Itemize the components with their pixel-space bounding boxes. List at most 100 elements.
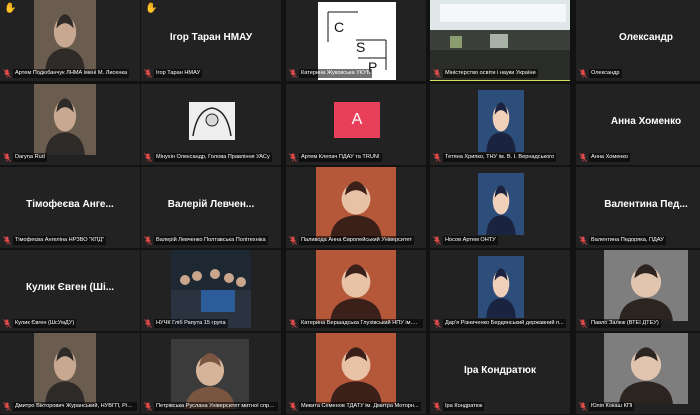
- participant-display-name: Валентина Пед...: [604, 199, 688, 210]
- muted-mic-icon: [433, 68, 441, 78]
- participant-caption: Міністерство освіти і науки України: [433, 68, 567, 78]
- participant-tile[interactable]: Тетяна Хрипко, ТНУ ім. В. І. Вернадськог…: [430, 84, 570, 165]
- participant-caption: Артем Клепач ПДАУ та TRUNI: [289, 152, 423, 162]
- muted-mic-icon: [144, 68, 152, 78]
- participant-caption: НУЧК Гліб Рапута 15 група: [144, 318, 278, 328]
- participant-tile[interactable]: Дмитро Вікторович Журанський, НУВГП, Рів…: [0, 333, 140, 414]
- participant-caption: Ігор Таран НМАУ: [144, 68, 278, 78]
- participant-caption: Катерина Жуковська УКУБ: [289, 68, 423, 78]
- participant-name-label: Кулик Євген (ШсУмДУ): [13, 318, 77, 328]
- participant-name-label: Олександр: [589, 68, 622, 78]
- participant-caption: Петрівська Руслана Університет митної сп…: [144, 401, 278, 411]
- participant-caption: Олександр: [579, 68, 700, 78]
- participant-tile[interactable]: Анна Хоменко Анна Хоменко: [576, 84, 700, 165]
- muted-mic-icon: [144, 152, 152, 162]
- participant-name-label: НУЧК Гліб Рапута 15 група: [154, 318, 228, 328]
- muted-mic-icon: [289, 152, 297, 162]
- raised-hand-icon: ✋: [145, 3, 158, 14]
- participant-name-label: Дар'я Різниченко Бердянський державний п…: [443, 318, 566, 328]
- participant-caption: Анна Хоменко: [579, 152, 700, 162]
- group-photo-video: [171, 250, 251, 328]
- muted-mic-icon: [3, 318, 11, 328]
- participant-tile[interactable]: Петрівська Руслана Університет митної сп…: [141, 333, 281, 414]
- participant-display-name: Ігор Таран НМАУ: [169, 32, 253, 43]
- participant-caption: Іра Кондратюк: [433, 401, 567, 411]
- participant-tile[interactable]: Ігор Таран НМАУ ✋ Ігор Таран НМАУ: [141, 0, 281, 81]
- participant-tile[interactable]: Daryna Rud: [0, 84, 140, 165]
- participant-tile[interactable]: Мінухін Олександр, Голова Правління УАСу: [141, 84, 281, 165]
- participant-tile[interactable]: Міністерство освіти і науки України: [430, 0, 570, 81]
- muted-mic-icon: [3, 152, 11, 162]
- participant-caption: Юлія Кокаш КПІ: [579, 401, 700, 411]
- muted-mic-icon: [579, 235, 587, 245]
- participant-tile[interactable]: Паливода Анна Європейський Університет: [286, 167, 426, 248]
- muted-mic-icon: [289, 318, 297, 328]
- participant-display-name: Тімофеєва Анге...: [26, 199, 114, 210]
- participant-name-label: Daryna Rud: [13, 152, 47, 162]
- muted-mic-icon: [579, 68, 587, 78]
- participant-tile[interactable]: Тімофеєва Анге... Тімофеєва Ангеліна НРЗВ…: [0, 167, 140, 248]
- participant-video: [171, 339, 249, 409]
- svg-text:C: C: [334, 19, 344, 35]
- muted-mic-icon: [579, 152, 587, 162]
- participant-tile[interactable]: ✋ Артем Подюбанчук ЛНМА імені М. Лисенка: [0, 0, 140, 81]
- participant-tile[interactable]: Павло Залюк (ВТЕІ ДТЕУ): [576, 250, 700, 331]
- participant-video: [34, 0, 96, 71]
- participant-video: [316, 167, 396, 238]
- drawing-avatar: [189, 102, 235, 140]
- participant-name-label: Павло Залюк (ВТЕІ ДТЕУ): [589, 318, 661, 328]
- muted-mic-icon: [3, 401, 11, 411]
- muted-mic-icon: [144, 235, 152, 245]
- participant-video: [34, 333, 96, 404]
- participant-name-label: Валерій Левченко Полтавська Політехніка: [154, 235, 268, 245]
- muted-mic-icon: [3, 235, 11, 245]
- participant-tile[interactable]: Валерій Левчен... Валерій Левченко Полтав…: [141, 167, 281, 248]
- participant-name-label: Паливода Анна Європейський Університет: [299, 235, 415, 245]
- participant-display-name: Кулик Євген (Ші...: [25, 282, 115, 293]
- participant-caption: Daryna Rud: [3, 152, 137, 162]
- participant-name-label: Катерина Бершадська Глухівський НПУ ім.О…: [299, 318, 423, 328]
- participant-tile[interactable]: Валентина Пед... Валентина Педоряка, ПДАУ: [576, 167, 700, 248]
- participant-tile[interactable]: C S P Катерина Жуковська УКУБ: [286, 0, 426, 81]
- participant-video: [316, 250, 396, 321]
- participants-grid: ✋ Артем Подюбанчук ЛНМА імені М. Лисенка І…: [0, 0, 700, 415]
- participant-tile[interactable]: Носов Артем ОНТУ: [430, 167, 570, 248]
- participant-video: [478, 173, 524, 235]
- participant-tile[interactable]: Микита Семенов ТДАТУ ім. Дмитра Моторн..…: [286, 333, 426, 414]
- participant-name-label: Микита Семенов ТДАТУ ім. Дмитра Моторн..…: [299, 401, 421, 411]
- participant-tile[interactable]: НУЧК Гліб Рапута 15 група: [141, 250, 281, 331]
- participant-tile[interactable]: Олександр Олександр: [576, 0, 700, 81]
- participant-name-label: Анна Хоменко: [589, 152, 631, 162]
- muted-mic-icon: [144, 318, 152, 328]
- participant-name-label: Мінухін Олександр, Голова Правління УАСу: [154, 152, 272, 162]
- participant-caption: Артем Подюбанчук ЛНМА імені М. Лисенка: [3, 68, 137, 78]
- participant-name-label: Валентина Педоряка, ПДАУ: [589, 235, 666, 245]
- muted-mic-icon: [289, 68, 297, 78]
- participant-name-label: Іра Кондратюк: [443, 401, 485, 411]
- participant-caption: Павло Залюк (ВТЕІ ДТЕУ): [579, 318, 700, 328]
- participant-name-label: Тетяна Хрипко, ТНУ ім. В. І. Вернадськог…: [443, 152, 557, 162]
- participant-name-label: Міністерство освіти і науки України: [443, 68, 538, 78]
- participant-name-label: Ігор Таран НМАУ: [154, 68, 203, 78]
- participant-caption: Микита Семенов ТДАТУ ім. Дмитра Моторн..…: [289, 401, 423, 411]
- participant-caption: Мінухін Олександр, Голова Правління УАСу: [144, 152, 278, 162]
- participant-tile[interactable]: Юлія Кокаш КПІ: [576, 333, 700, 414]
- muted-mic-icon: [289, 401, 297, 411]
- participant-tile[interactable]: A Артем Клепач ПДАУ та TRUNI: [286, 84, 426, 165]
- participant-name-label: Тімофеєва Ангеліна НРЗВО "КПД": [13, 235, 107, 245]
- participant-name-label: Катерина Жуковська УКУБ: [299, 68, 373, 78]
- participant-tile[interactable]: Дар'я Різниченко Бердянський державний п…: [430, 250, 570, 331]
- participant-video: [316, 333, 396, 404]
- participant-display-name: Валерій Левчен...: [167, 199, 255, 210]
- participant-tile[interactable]: Катерина Бершадська Глухівський НПУ ім.О…: [286, 250, 426, 331]
- raised-hand-icon: ✋: [4, 3, 17, 14]
- participant-video: [34, 84, 96, 155]
- participant-tile[interactable]: Іра Кондратюк Іра Кондратюк: [430, 333, 570, 414]
- participant-display-name: Олександр: [618, 32, 674, 43]
- muted-mic-icon: [144, 401, 152, 411]
- participant-tile[interactable]: Кулик Євген (Ші... Кулик Євген (ШсУмДУ): [0, 250, 140, 331]
- participant-caption: Дар'я Різниченко Бердянський державний п…: [433, 318, 567, 328]
- participant-video: [478, 256, 524, 318]
- participant-name-label: Артем Клепач ПДАУ та TRUNI: [299, 152, 382, 162]
- muted-mic-icon: [3, 68, 11, 78]
